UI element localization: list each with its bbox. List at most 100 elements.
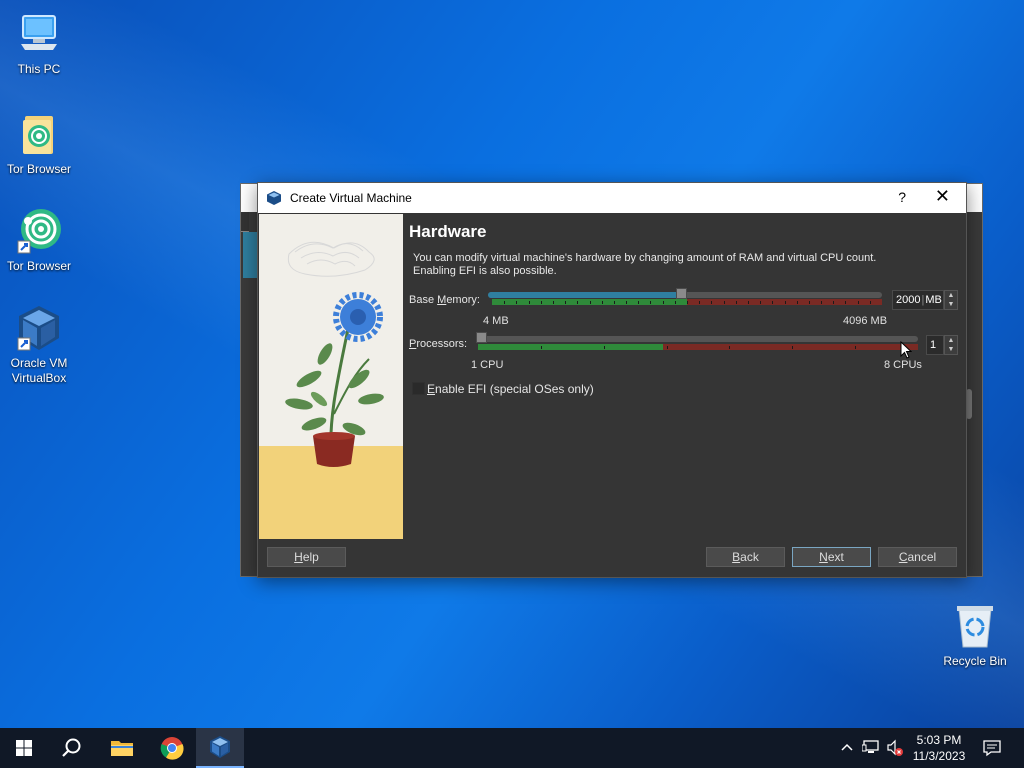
clock-date: 11/3/2023 (912, 749, 966, 763)
next-button[interactable]: Next (792, 547, 871, 567)
base-memory-min-label: 4 MB (483, 315, 509, 327)
scale-tick (675, 301, 676, 304)
back-button[interactable]: Back (706, 547, 785, 567)
help-icon[interactable]: ? (898, 189, 906, 205)
scale-tick (626, 301, 627, 304)
processors-min-label: 1 CPU (471, 359, 504, 371)
processors-input[interactable]: 1 (926, 335, 944, 355)
processors-scale (478, 344, 918, 350)
taskbar: 5:03 PM 11/3/2023 (0, 728, 1024, 768)
scale-tick (772, 301, 773, 304)
scale-tick (667, 346, 668, 349)
scale-tick (833, 301, 834, 304)
desktop-icon-label: Tor Browser (6, 259, 71, 273)
scale-tick (602, 301, 603, 304)
chrome-button[interactable] (148, 728, 196, 768)
virtualbox-icon (15, 304, 63, 352)
recycle-bin-icon (951, 602, 999, 650)
dialog-button-bar: Help Back Next Cancel (258, 539, 966, 577)
mouse-cursor-icon (900, 341, 912, 359)
start-button[interactable] (0, 728, 48, 768)
base-memory-max-label: 4096 MB (843, 315, 888, 327)
scale-tick (729, 346, 730, 349)
scale-tick (590, 301, 591, 304)
desktop-icon-tor-folder[interactable]: Tor Browser (0, 110, 79, 177)
scale-tick (541, 301, 542, 304)
processors-value: 1 (930, 339, 937, 351)
folder-icon (111, 741, 133, 756)
enable-efi-checkbox[interactable] (412, 382, 425, 395)
manager-vm-list-accent (243, 232, 257, 278)
enable-efi-label[interactable]: Enable EFI (special OSes only) (427, 382, 594, 396)
stepper-down-icon[interactable]: ▼ (945, 300, 957, 309)
stepper-up-icon[interactable]: ▲ (945, 291, 957, 300)
processors-label: Processors: (409, 338, 468, 350)
scale-tick (565, 301, 566, 304)
scale-tick (614, 301, 615, 304)
page-description: You can modify virtual machine's hardwar… (413, 252, 893, 278)
scale-tick (845, 301, 846, 304)
dialog-title: Create Virtual Machine (290, 191, 412, 205)
scale-tick (699, 301, 700, 304)
tor-folder-icon (15, 110, 63, 158)
create-vm-dialog[interactable]: Create Virtual Machine ? ✕ Hardware You … (257, 182, 967, 578)
manager-menubar (241, 212, 249, 232)
wizard-page-content: Hardware You can modify virtual machine'… (408, 214, 966, 544)
scale-tick (797, 301, 798, 304)
scale-tick (529, 301, 530, 304)
flower-illustration (285, 241, 384, 467)
text-cursor: | (921, 294, 925, 306)
scale-tick (736, 301, 737, 304)
stepper-down-icon[interactable]: ▼ (945, 345, 957, 354)
chevron-up-icon[interactable] (840, 741, 854, 755)
base-memory-stepper[interactable]: ▲ ▼ (944, 290, 958, 310)
scale-recommended-range (478, 344, 663, 350)
help-button[interactable]: Help (267, 547, 346, 567)
description-line: Enabling EFI is also possible. (413, 265, 557, 277)
wizard-illustration (259, 214, 403, 541)
description-line: You can modify virtual machine's hardwar… (413, 252, 877, 264)
volume-muted-icon[interactable] (886, 739, 904, 757)
processors-max-label: 8 CPUs (884, 359, 922, 371)
desktop-icon-recycle-bin[interactable]: Recycle Bin (935, 602, 1015, 669)
base-memory-scale (492, 299, 882, 305)
desktop-icon-label: Oracle VM VirtualBox (10, 356, 68, 385)
cancel-button[interactable]: Cancel (878, 547, 957, 567)
scale-tick (553, 301, 554, 304)
scale-tick (663, 301, 664, 304)
scale-excessive-range (663, 344, 918, 350)
search-button[interactable] (48, 728, 96, 768)
scale-tick (748, 301, 749, 304)
base-memory-value: 2000 (896, 294, 921, 306)
scale-tick (516, 301, 517, 304)
scale-tick (870, 301, 871, 304)
scale-tick (687, 301, 688, 304)
virtualbox-icon (210, 736, 230, 758)
scale-tick (855, 346, 856, 349)
network-icon[interactable] (862, 739, 880, 755)
windows-logo-icon (16, 740, 32, 756)
desktop-icon-this-pc[interactable]: This PC (0, 10, 79, 77)
computer-icon (15, 10, 63, 58)
base-memory-input[interactable]: 2000 | MB (892, 290, 944, 310)
processors-slider-handle[interactable] (476, 332, 487, 343)
stepper-up-icon[interactable]: ▲ (945, 336, 957, 345)
virtualbox-taskbar-button[interactable] (196, 728, 244, 768)
base-memory-slider-handle[interactable] (676, 288, 687, 299)
scale-tick (821, 301, 822, 304)
system-clock[interactable]: 5:03 PM 11/3/2023 (906, 728, 972, 768)
desktop-icon-label: Recycle Bin (943, 654, 1007, 668)
base-memory-label: Base Memory: (409, 294, 480, 306)
dialog-titlebar[interactable]: Create Virtual Machine ? ✕ (258, 183, 966, 213)
base-memory-slider-fill (488, 292, 680, 298)
desktop-icon-tor-browser[interactable]: Tor Browser (0, 207, 79, 274)
processors-stepper[interactable]: ▲ ▼ (944, 335, 958, 355)
close-icon[interactable]: ✕ (935, 186, 950, 207)
scale-tick (604, 346, 605, 349)
scale-tick (724, 301, 725, 304)
desktop-icon-virtualbox[interactable]: Oracle VM VirtualBox (0, 304, 79, 386)
search-icon (62, 738, 81, 757)
notifications-icon[interactable] (983, 739, 1001, 757)
file-explorer-button[interactable] (98, 728, 146, 768)
scale-tick (638, 301, 639, 304)
